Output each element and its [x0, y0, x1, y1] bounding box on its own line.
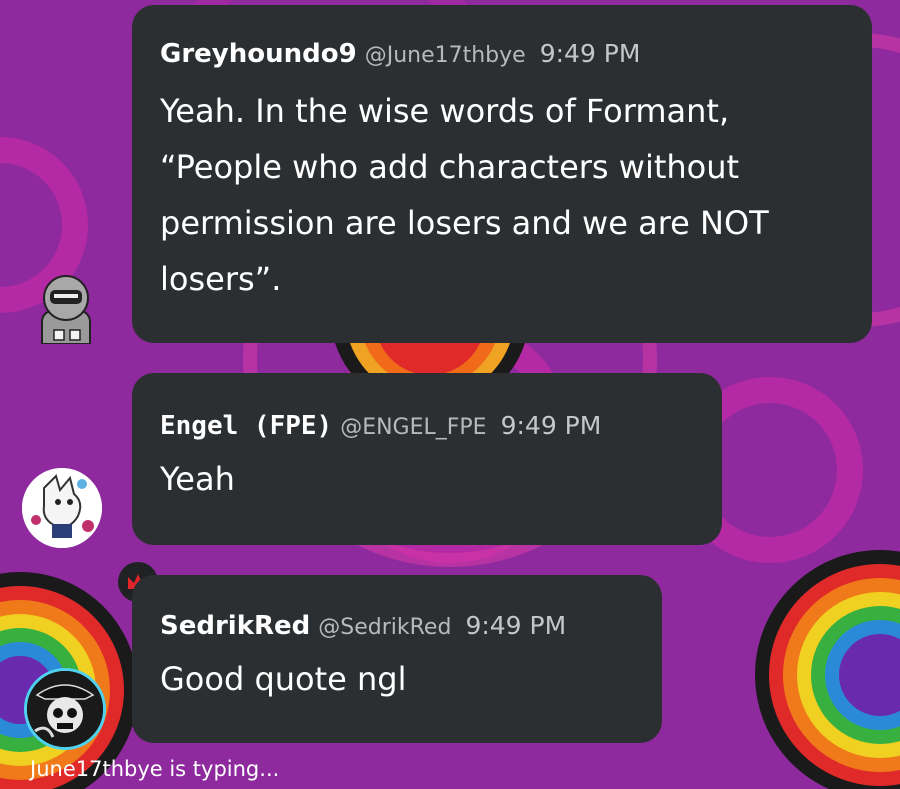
message-timestamp: 9:49 PM	[465, 611, 567, 640]
message-bubble[interactable]: SedrikRed @SedrikRed 9:49 PM Good quote ng…	[132, 575, 662, 743]
message-line: “People who add characters without	[160, 148, 740, 186]
user-avatar-greyhoundo9[interactable]	[34, 272, 98, 344]
message-line: Yeah	[160, 460, 235, 498]
message-header: SedrikRed @SedrikRed 9:49 PM	[160, 613, 634, 639]
message-line: permission are losers and we are NOT	[160, 204, 769, 242]
message-username[interactable]: SedrikRed	[160, 611, 310, 641]
message-line: Yeah. In the wise words of Formant,	[160, 92, 730, 130]
message-username[interactable]: Engel (FPE)	[160, 411, 332, 441]
message-header: Greyhoundo9 @June17thbye 9:49 PM	[160, 41, 844, 67]
message-text: Yeah. In the wise words of Formant, “Peo…	[160, 83, 844, 307]
message-line: Good quote ngl	[160, 660, 407, 698]
message-timestamp: 9:49 PM	[500, 411, 602, 440]
user-avatar-engel[interactable]	[22, 468, 102, 548]
hooded-figure-icon	[41, 275, 91, 344]
message-username[interactable]: Greyhoundo9	[160, 39, 357, 69]
message-timestamp: 9:49 PM	[539, 39, 641, 68]
message-header: Engel (FPE) @ENGEL_FPE 9:49 PM	[160, 413, 694, 439]
message-handle: @SedrikRed	[318, 615, 452, 640]
message-handle: @ENGEL_FPE	[340, 415, 487, 440]
white-creature-avatar-icon	[22, 468, 102, 548]
skull-avatar-icon	[27, 671, 103, 747]
message-line: losers”.	[160, 260, 282, 298]
message-handle: @June17thbye	[364, 43, 526, 68]
message-text: Good quote ngl	[160, 651, 634, 707]
message-bubble[interactable]: Engel (FPE) @ENGEL_FPE 9:49 PM Yeah	[132, 373, 722, 545]
message-bubble[interactable]: Greyhoundo9 @June17thbye 9:49 PM Yeah. In …	[132, 5, 872, 343]
message-text: Yeah	[160, 451, 694, 507]
user-avatar-sedrikred[interactable]	[24, 668, 106, 750]
typing-indicator: June17thbye is typing...	[30, 757, 280, 781]
